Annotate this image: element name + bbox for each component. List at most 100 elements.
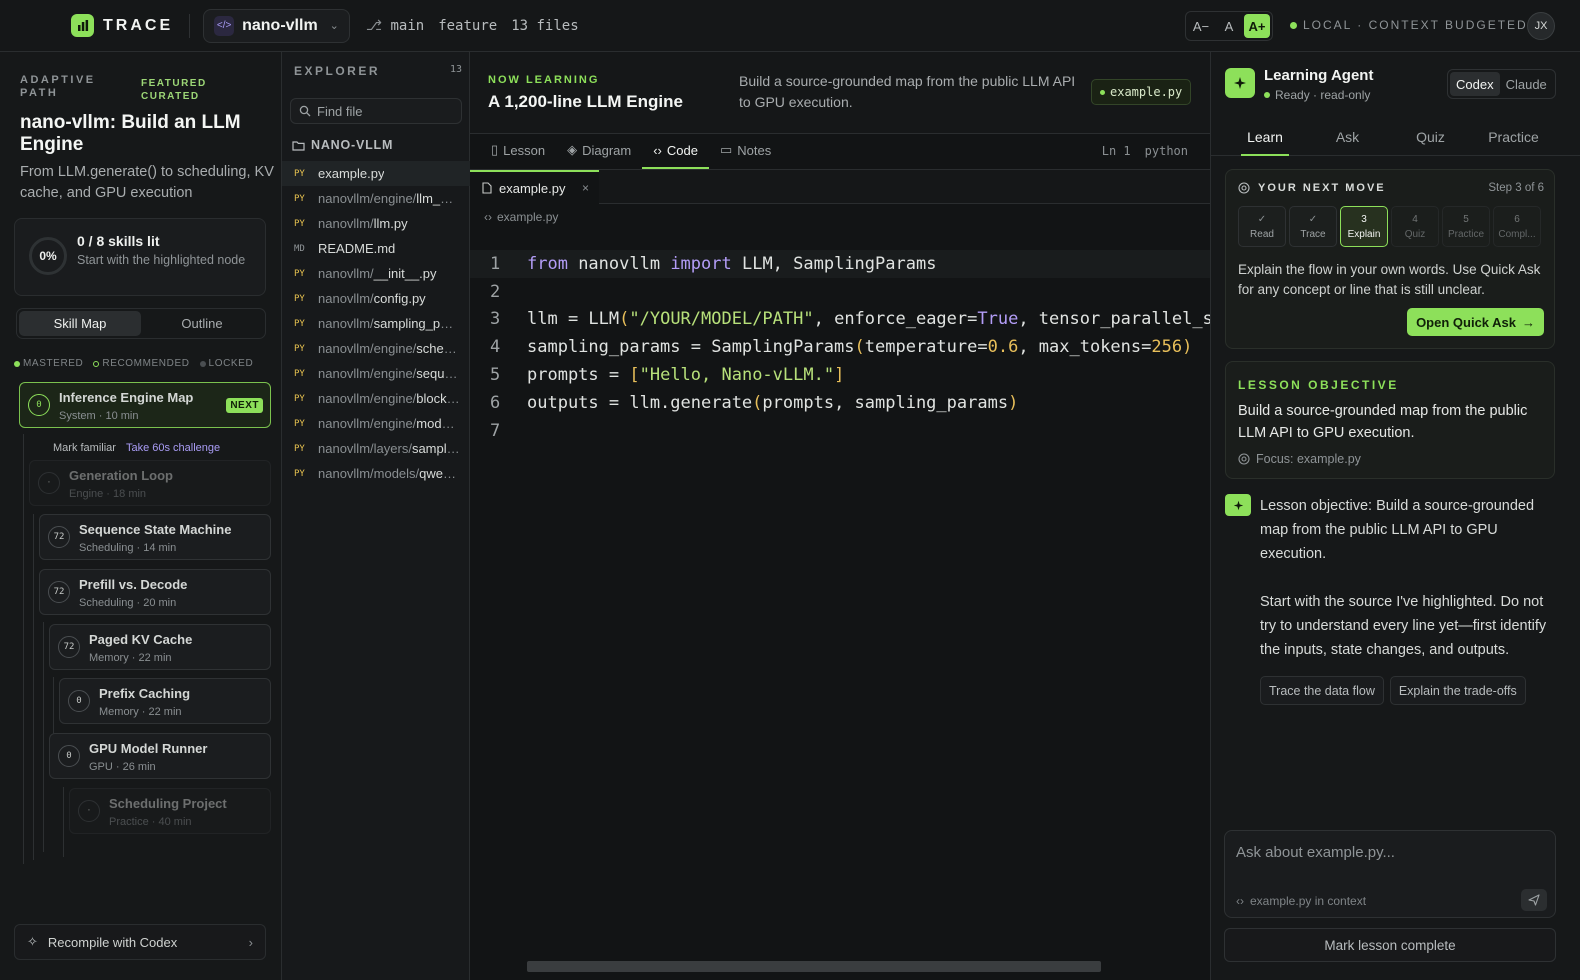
mark-complete-button[interactable]: Mark lesson complete: [1224, 928, 1556, 962]
file-path: nanovllm/llm.py: [318, 216, 408, 231]
file-item[interactable]: PY nanovllm/engine/llm_engine.py: [282, 186, 470, 211]
code-line[interactable]: 5 prompts = ["Hello, Nano-vLLM."]: [470, 361, 1210, 389]
file-name: __init__.py: [373, 266, 437, 281]
file-icon: [482, 182, 492, 194]
file-item[interactable]: PY nanovllm/engine/sequence.py: [282, 361, 470, 386]
font-smaller-button[interactable]: A−: [1188, 14, 1214, 38]
skill-node[interactable]: 72 Prefill vs. Decode Scheduling · 20 mi…: [39, 569, 271, 615]
open-quick-ask-label: Open Quick Ask: [1416, 314, 1516, 330]
tab-practice[interactable]: Practice: [1472, 120, 1555, 156]
branch[interactable]: ⎇ main: [366, 18, 424, 34]
tab-lesson[interactable]: ▯ Lesson: [480, 133, 556, 169]
file-item[interactable]: PY example.py: [282, 161, 470, 186]
send-button[interactable]: [1521, 889, 1547, 911]
breadcrumb-file[interactable]: example.py: [497, 210, 558, 224]
file-name: block_manager.py: [416, 391, 460, 406]
suggestion-trace-button[interactable]: Trace the data flow: [1260, 676, 1384, 705]
file-name: model_runner.py: [416, 416, 460, 431]
avatar[interactable]: JX: [1527, 12, 1555, 40]
step-trace[interactable]: ✓ Trace: [1289, 206, 1337, 247]
tab-notes[interactable]: ▭ Notes: [709, 133, 782, 169]
horizontal-scrollbar[interactable]: [527, 961, 1101, 972]
agent-message: Lesson objective: Build a source-grounde…: [1260, 494, 1560, 686]
language-label: python: [1144, 144, 1188, 158]
step-practice[interactable]: 5 Practice: [1442, 206, 1490, 247]
tab-quiz[interactable]: Quiz: [1389, 120, 1472, 156]
code-line[interactable]: 2: [470, 278, 1210, 306]
skill-node[interactable]: · Generation Loop Engine · 18 min: [29, 460, 271, 506]
file-dir: nanovllm/: [318, 291, 374, 306]
file-item[interactable]: PY nanovllm/__init__.py: [282, 261, 470, 286]
skill-node[interactable]: 72 Paged KV Cache Memory · 22 min: [49, 624, 271, 670]
skill-node[interactable]: 0 Prefix Caching Memory · 22 min: [59, 678, 271, 724]
file-search-input[interactable]: Find file: [317, 104, 363, 119]
focus-file-chip[interactable]: example.py: [1091, 79, 1192, 105]
tab-notes-label: Notes: [737, 142, 772, 158]
breadcrumb: ‹› example.py: [484, 210, 558, 224]
file-item[interactable]: PY nanovllm/layers/sampler.py: [282, 436, 470, 461]
tab-diagram[interactable]: ◈ Diagram: [556, 133, 642, 169]
file-search[interactable]: Find file: [290, 98, 462, 124]
file-tab[interactable]: example.py ×: [470, 170, 599, 204]
file-item[interactable]: MD README.md: [282, 236, 470, 261]
file-type-badge: PY: [294, 443, 305, 454]
folder-root[interactable]: NANO-VLLM: [292, 138, 393, 152]
code-line[interactable]: 3 llm = LLM("/YOUR/MODEL/PATH", enforce_e…: [470, 306, 1213, 334]
skill-title: Scheduling Project: [109, 796, 227, 811]
skill-node[interactable]: · Scheduling Project Practice · 40 min: [69, 788, 271, 834]
line-number: 4: [490, 337, 501, 358]
tab-learn[interactable]: Learn: [1241, 120, 1289, 156]
code-line[interactable]: 1 from nanovllm import LLM, SamplingParam…: [470, 250, 1210, 278]
code-token: llm = LLM: [527, 309, 620, 330]
font-larger-button[interactable]: A+: [1244, 14, 1270, 38]
code-view[interactable]: 1 from nanovllm import LLM, SamplingParam…: [470, 250, 1213, 445]
skill-title: Paged KV Cache: [89, 632, 193, 647]
suggestion-tradeoffs-button[interactable]: Explain the trade-offs: [1389, 676, 1526, 705]
provider-claude[interactable]: Claude: [1500, 72, 1553, 96]
font-normal-button[interactable]: A: [1216, 14, 1242, 38]
tab-ask[interactable]: Ask: [1306, 120, 1389, 156]
take-challenge-link[interactable]: Take 60s challenge: [126, 442, 220, 454]
code-line[interactable]: 7: [470, 417, 1210, 445]
file-item[interactable]: PY nanovllm/engine/scheduler.py: [282, 336, 470, 361]
mark-familiar-link[interactable]: Mark familiar: [53, 442, 116, 454]
tab-code[interactable]: ‹› Code: [642, 133, 709, 169]
skill-node[interactable]: 72 Sequence State Machine Scheduling · 1…: [39, 514, 271, 560]
code-token: from: [527, 253, 568, 274]
recompile-button[interactable]: ✧ Recompile with Codex ›: [14, 924, 266, 960]
file-path: nanovllm/models/qwen3.py: [318, 466, 460, 481]
project-switcher[interactable]: </> nano-vllm ⌄: [203, 8, 350, 43]
skill-node[interactable]: 0 GPU Model Runner GPU · 26 min: [49, 733, 271, 779]
ask-input[interactable]: Ask about example.py...: [1236, 844, 1395, 861]
code-token: (: [619, 309, 630, 330]
file-item[interactable]: PY nanovllm/sampling_params.py: [282, 311, 470, 336]
step-read[interactable]: ✓ Read: [1238, 206, 1286, 247]
file-item[interactable]: PY nanovllm/engine/model_runner.py: [282, 411, 470, 436]
file-item[interactable]: PY nanovllm/llm.py: [282, 211, 470, 236]
provider-codex[interactable]: Codex: [1450, 72, 1500, 96]
file-item[interactable]: PY nanovllm/models/qwen3.py: [282, 461, 470, 486]
file-item[interactable]: PY nanovllm/config.py: [282, 286, 470, 311]
tab-outline[interactable]: Outline: [141, 311, 263, 336]
objective-focus: Focus: example.py: [1238, 452, 1361, 466]
brand-logo[interactable]: TRACE: [71, 14, 173, 37]
open-quick-ask-button[interactable]: Open Quick Ask →: [1407, 308, 1544, 336]
file-path: README.md: [318, 241, 395, 256]
code-icon: ‹›: [653, 142, 662, 158]
close-icon[interactable]: ×: [582, 181, 589, 195]
lesson-header: NOW LEARNING A 1,200-line LLM Engine Bui…: [470, 52, 1210, 134]
path-eyebrow: ADAPTIVE PATH: [20, 74, 96, 99]
file-count: 13 files: [511, 17, 579, 34]
file-path: nanovllm/engine/block_manager.py: [318, 391, 460, 406]
tab-skill-map[interactable]: Skill Map: [19, 311, 141, 336]
step-explain[interactable]: 3 Explain: [1340, 206, 1388, 247]
branch-name: main: [390, 17, 425, 34]
file-item[interactable]: PY nanovllm/engine/block_manager.py: [282, 386, 470, 411]
step-quiz[interactable]: 4 Quiz: [1391, 206, 1439, 247]
code-token: (: [854, 337, 865, 358]
code-line[interactable]: 6 outputs = llm.generate(prompts, samplin…: [470, 389, 1210, 417]
code-line[interactable]: 4 sampling_params = SamplingParams(temper…: [470, 333, 1210, 361]
step-complete[interactable]: 6 Compl...: [1493, 206, 1541, 247]
ask-box[interactable]: Ask about example.py... ‹› example.py in…: [1224, 830, 1556, 918]
skill-node[interactable]: 0 Inference Engine Map System · 10 min N…: [19, 382, 271, 428]
